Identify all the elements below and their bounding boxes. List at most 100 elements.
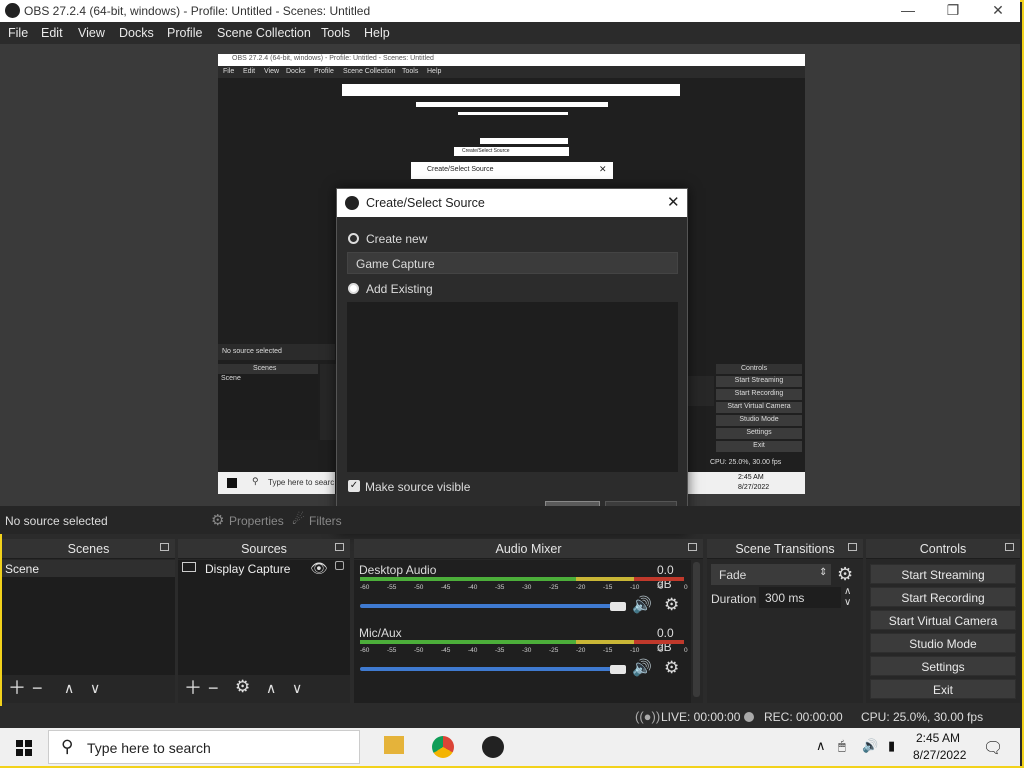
- mic-aux-speaker-icon[interactable]: 🔊: [632, 658, 652, 678]
- meter-tick-label: -30: [522, 584, 532, 591]
- scene-list-item[interactable]: Scene: [2, 560, 175, 577]
- meter-tick-label: -60: [360, 584, 370, 591]
- lock-icon[interactable]: [335, 561, 344, 570]
- filters-icon[interactable]: ☄: [292, 511, 305, 528]
- transition-select[interactable]: Fade ⇕: [711, 564, 831, 585]
- move-scene-up-icon[interactable]: ∧: [64, 679, 74, 697]
- source-list-item[interactable]: Display Capture 👁: [178, 560, 350, 578]
- close-window-icon[interactable]: ✕: [983, 2, 1013, 19]
- settings-button[interactable]: Settings: [870, 656, 1016, 676]
- scenes-dock-header: Scenes: [2, 539, 175, 559]
- transition-gear-icon[interactable]: ⚙: [837, 564, 853, 585]
- volume-icon[interactable]: 🔊: [862, 738, 878, 754]
- mic-aux-volume-slider[interactable]: [360, 667, 624, 671]
- menu-tools[interactable]: Tools: [321, 26, 350, 40]
- desktop-audio-gear-icon[interactable]: ⚙: [664, 595, 679, 615]
- desktop-audio-meter-yellow: [576, 577, 634, 581]
- create-new-label[interactable]: Create new: [366, 232, 427, 246]
- menu-profile[interactable]: Profile: [167, 26, 202, 40]
- menu-scene-collection[interactable]: Scene Collection: [217, 26, 311, 40]
- start-recording-button[interactable]: Start Recording: [870, 587, 1016, 607]
- desktop-audio-meter-red: [634, 577, 684, 581]
- add-source-icon[interactable]: ＋: [184, 679, 202, 697]
- menu-help[interactable]: Help: [364, 26, 390, 40]
- move-source-up-icon[interactable]: ∧: [266, 679, 276, 697]
- start-virtual-camera-button[interactable]: Start Virtual Camera: [870, 610, 1016, 630]
- desktop-audio-speaker-icon[interactable]: 🔊: [632, 595, 652, 615]
- scenes-list[interactable]: Scene: [2, 560, 175, 675]
- move-source-down-icon[interactable]: ∨: [292, 679, 302, 697]
- nested-scene-item: Scene: [221, 375, 241, 382]
- nested-controls-head: Controls: [716, 364, 802, 374]
- add-scene-icon[interactable]: ＋: [8, 679, 26, 697]
- windows-taskbar: ⚲ Type here to search ∧ 🖱 🔊 ▮ 2:45 AM 8/…: [0, 728, 1020, 766]
- duration-input[interactable]: 300 ms: [759, 587, 841, 608]
- battery-icon[interactable]: ▮: [888, 738, 895, 754]
- mic-aux-volume-knob[interactable]: [610, 665, 626, 674]
- nested-menu-profile: Profile: [314, 68, 334, 75]
- transitions-undock-icon[interactable]: [848, 543, 857, 551]
- menu-view[interactable]: View: [78, 26, 105, 40]
- notifications-icon[interactable]: 🗨: [983, 738, 1003, 758]
- show-hidden-icons-icon[interactable]: ∧: [816, 738, 826, 754]
- existing-sources-list[interactable]: [347, 302, 678, 472]
- obs-taskbar-icon[interactable]: [482, 736, 504, 758]
- properties-button[interactable]: Properties: [229, 514, 284, 528]
- start-streaming-button[interactable]: Start Streaming: [870, 564, 1016, 584]
- add-existing-radio[interactable]: [348, 283, 359, 294]
- remove-scene-icon[interactable]: −: [32, 679, 43, 697]
- nested-menu-scene-collection: Scene Collection: [343, 68, 396, 75]
- properties-gear-icon[interactable]: ⚙: [211, 511, 224, 529]
- visibility-eye-icon[interactable]: 👁: [310, 560, 328, 577]
- duration-label: Duration: [711, 592, 757, 606]
- mic-aux-gear-icon[interactable]: ⚙: [664, 658, 679, 678]
- meter-tick-label: -5: [657, 647, 663, 654]
- nested-date: 8/27/2022: [738, 484, 770, 491]
- source-properties-gear-icon[interactable]: ⚙: [235, 678, 250, 696]
- duration-up-icon[interactable]: ∧: [844, 586, 851, 597]
- mixer-scrollbar[interactable]: [693, 562, 700, 697]
- chrome-icon[interactable]: [432, 736, 454, 758]
- exit-button[interactable]: Exit: [870, 679, 1016, 699]
- taskbar-date[interactable]: 8/27/2022: [913, 748, 966, 762]
- controls-undock-icon[interactable]: [1005, 543, 1014, 551]
- desktop-audio-volume-knob[interactable]: [610, 602, 626, 611]
- menu-docks[interactable]: Docks: [119, 26, 154, 40]
- meter-tick-label: -50: [414, 584, 424, 591]
- make-visible-checkbox[interactable]: ✓: [348, 480, 360, 492]
- menu-file[interactable]: File: [8, 26, 28, 40]
- dialog-close-icon[interactable]: ✕: [667, 193, 680, 211]
- file-explorer-icon[interactable]: [384, 736, 404, 754]
- nested-control-button: Start Streaming: [716, 376, 802, 387]
- taskbar-search-box[interactable]: ⚲ Type here to search: [48, 730, 360, 764]
- nested-menu-file: File: [223, 68, 235, 75]
- duration-down-icon[interactable]: ∨: [844, 597, 851, 608]
- nested-controls-title: Controls: [741, 365, 768, 372]
- nested-windows-icon: [227, 478, 237, 488]
- maximize-icon[interactable]: ❐: [938, 2, 968, 19]
- desktop-audio-volume-slider[interactable]: [360, 604, 624, 608]
- filters-button[interactable]: Filters: [309, 514, 342, 528]
- meter-tick-label: -10: [630, 584, 640, 591]
- windows-start-icon[interactable]: [16, 740, 32, 756]
- menu-edit[interactable]: Edit: [41, 26, 63, 40]
- nested-level2-titlebar: [342, 84, 680, 96]
- minimize-icon[interactable]: —: [893, 2, 923, 18]
- meter-tick-label: -60: [360, 647, 370, 654]
- sources-undock-icon[interactable]: [335, 543, 344, 551]
- move-scene-down-icon[interactable]: ∨: [90, 679, 100, 697]
- sources-list[interactable]: Display Capture 👁: [178, 560, 350, 675]
- rec-time: REC: 00:00:00: [764, 710, 843, 724]
- remove-source-icon[interactable]: −: [208, 679, 219, 697]
- scenes-undock-icon[interactable]: [160, 543, 169, 551]
- mixer-undock-icon[interactable]: [688, 543, 697, 551]
- make-visible-label[interactable]: Make source visible: [365, 480, 470, 494]
- source-name-input[interactable]: Game Capture: [347, 252, 678, 274]
- meter-tick-label: -35: [495, 647, 505, 654]
- taskbar-time[interactable]: 2:45 AM: [916, 731, 960, 745]
- network-icon[interactable]: 🖱: [838, 738, 846, 754]
- create-new-radio[interactable]: [348, 233, 359, 244]
- add-existing-label[interactable]: Add Existing: [366, 282, 433, 296]
- studio-mode-button[interactable]: Studio Mode: [870, 633, 1016, 653]
- nested-scenes-title: Scenes: [253, 365, 277, 372]
